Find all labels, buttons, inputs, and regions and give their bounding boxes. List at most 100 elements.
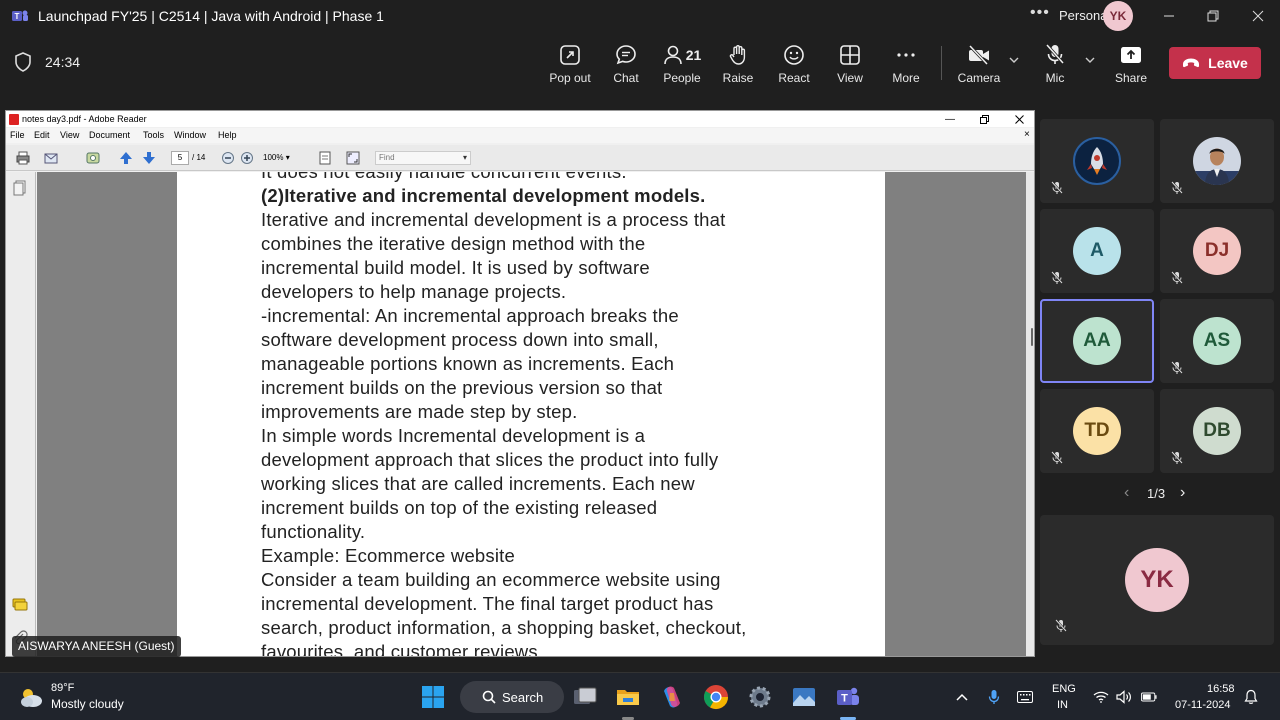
windows-taskbar: 89°F Mostly cloudy Search T ENG IN 16:58… — [0, 672, 1280, 720]
close-icon[interactable] — [1243, 4, 1273, 28]
share-icon — [1121, 47, 1141, 63]
reader-minimize-icon[interactable]: — — [936, 111, 964, 127]
muted-mic-icon — [1171, 361, 1183, 374]
view-button[interactable]: View — [822, 42, 878, 92]
pdf-icon — [9, 114, 19, 125]
gallery-next-page-icon[interactable]: › — [1180, 484, 1185, 502]
meeting-timer: 24:34 — [45, 54, 81, 70]
restore-icon[interactable] — [1198, 4, 1228, 28]
page-number-input[interactable]: 5 — [171, 151, 189, 165]
chat-icon — [616, 45, 636, 65]
photos-app-icon[interactable] — [790, 683, 818, 711]
participant-tile[interactable] — [1040, 119, 1154, 203]
react-button[interactable]: React — [766, 42, 822, 92]
participant-avatar: DJ — [1193, 227, 1241, 275]
print-icon[interactable] — [16, 151, 30, 165]
windows-start-icon[interactable] — [421, 685, 445, 709]
cloudy-weather-icon[interactable] — [18, 685, 44, 709]
muted-mic-icon — [1051, 451, 1063, 464]
task-view-icon[interactable] — [571, 683, 599, 711]
find-input[interactable]: Find ▾ — [375, 151, 471, 165]
pop-out-button[interactable]: Pop out — [542, 42, 598, 92]
document-viewport[interactable]: It does not easily handle concurrent eve… — [37, 172, 1034, 656]
comments-panel-icon[interactable] — [12, 598, 28, 612]
full-screen-icon[interactable] — [346, 151, 360, 165]
chat-button[interactable]: Chat — [598, 42, 654, 92]
clock-time[interactable]: 16:58 — [1207, 683, 1235, 695]
teams-icon: T — [12, 10, 28, 21]
hand-icon — [729, 45, 746, 65]
people-button[interactable]: 21 People — [654, 42, 710, 92]
previous-page-icon[interactable] — [119, 151, 133, 165]
clock-date[interactable]: 07-11-2024 — [1175, 699, 1230, 711]
minimize-icon[interactable] — [1154, 4, 1184, 28]
participant-tile[interactable] — [1160, 119, 1274, 203]
microphone-in-use-icon[interactable] — [986, 689, 1002, 705]
email-icon[interactable] — [44, 151, 58, 165]
menu-window[interactable]: Window — [174, 130, 206, 140]
zoom-select[interactable]: 100% ▾ — [261, 151, 301, 165]
menu-view[interactable]: View — [60, 130, 79, 140]
muted-mic-icon — [1171, 181, 1183, 194]
reader-vertical-scrollbar[interactable] — [1026, 172, 1034, 656]
menu-document[interactable]: Document — [89, 130, 130, 140]
input-language[interactable]: ENG — [1052, 683, 1076, 695]
copilot-icon[interactable] — [658, 683, 686, 711]
mic-label: Mic — [1045, 71, 1065, 85]
participant-tile[interactable]: AS — [1160, 299, 1274, 383]
muted-mic-icon — [1051, 181, 1063, 194]
share-review-icon[interactable] — [86, 151, 100, 165]
participant-tile-speaking[interactable]: AA — [1040, 299, 1154, 383]
pages-panel-icon[interactable] — [13, 180, 27, 196]
raise-hand-button[interactable]: Raise — [710, 42, 766, 92]
battery-icon[interactable] — [1141, 689, 1157, 705]
more-options-icon[interactable]: ••• — [1030, 4, 1050, 22]
file-explorer-icon[interactable] — [614, 683, 642, 711]
participant-tile[interactable]: DB — [1160, 389, 1274, 473]
keyboard-icon[interactable] — [1017, 689, 1033, 705]
participant-avatar: A — [1073, 227, 1121, 275]
menu-edit[interactable]: Edit — [34, 130, 50, 140]
document-close-icon[interactable]: × — [1024, 129, 1030, 140]
self-video-tile[interactable]: YK — [1040, 515, 1274, 645]
menu-file[interactable]: File — [10, 130, 25, 140]
weather-temperature[interactable]: 89°F — [51, 682, 74, 694]
share-button[interactable]: Share — [1103, 42, 1159, 92]
zoom-in-icon[interactable] — [240, 151, 254, 165]
mic-options-chevron-icon[interactable] — [1084, 54, 1098, 68]
weather-description[interactable]: Mostly cloudy — [51, 697, 124, 711]
taskbar-search[interactable]: Search — [460, 681, 564, 713]
reader-close-icon[interactable] — [1005, 111, 1033, 127]
participant-tile[interactable]: TD — [1040, 389, 1154, 473]
pdf-text-line: combines the iterative design method wit… — [261, 233, 646, 254]
leave-button[interactable]: Leave — [1169, 47, 1261, 79]
reader-restore-icon[interactable] — [970, 111, 998, 127]
window-title: Launchpad FY'25 | C2514 | Java with Andr… — [38, 8, 384, 24]
account-avatar[interactable]: YK — [1103, 1, 1133, 31]
participant-tile[interactable]: A — [1040, 209, 1154, 293]
chrome-icon[interactable] — [702, 683, 730, 711]
input-region[interactable]: IN — [1057, 699, 1068, 711]
fit-page-icon[interactable] — [318, 151, 332, 165]
volume-icon[interactable] — [1116, 689, 1132, 705]
muted-mic-icon — [1055, 619, 1067, 632]
raise-label: Raise — [722, 71, 754, 85]
more-button[interactable]: More — [878, 42, 934, 92]
pdf-text-line: Iterative and incremental development is… — [261, 209, 726, 230]
panel-resize-handle[interactable] — [1031, 328, 1033, 346]
menu-help[interactable]: Help — [218, 130, 237, 140]
menu-tools[interactable]: Tools — [143, 130, 164, 140]
camera-options-chevron-icon[interactable] — [1008, 54, 1022, 68]
zoom-out-icon[interactable] — [221, 151, 235, 165]
notification-bell-icon[interactable] — [1243, 689, 1259, 705]
wifi-icon[interactable] — [1093, 689, 1109, 705]
participant-tile[interactable]: DJ — [1160, 209, 1274, 293]
next-page-icon[interactable] — [142, 151, 156, 165]
show-hidden-icons-icon[interactable] — [954, 689, 970, 705]
gallery-previous-page-icon[interactable]: ‹ — [1124, 484, 1129, 502]
microsoft-teams-icon[interactable]: T — [834, 683, 862, 711]
camera-button[interactable]: Camera — [951, 42, 1007, 92]
zoom-value: 100% — [263, 153, 284, 162]
mic-button[interactable]: Mic — [1027, 42, 1083, 92]
settings-gear-icon[interactable] — [746, 683, 774, 711]
